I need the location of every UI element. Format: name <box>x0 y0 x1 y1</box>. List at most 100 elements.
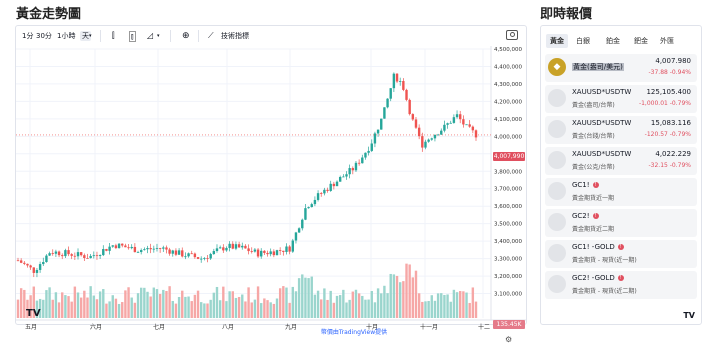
volume-bar <box>234 297 238 318</box>
candle-body <box>114 245 118 249</box>
volume-bar <box>136 293 140 318</box>
candle-body <box>155 248 159 249</box>
volume-bar <box>462 291 465 318</box>
quote-row-gc1[interactable]: GC1!! 黃金期貨近一期 <box>545 178 697 206</box>
volume-bar <box>402 281 405 318</box>
interval-30min[interactable]: 30分 <box>36 31 52 41</box>
candle-body <box>465 124 468 126</box>
area-style-icon[interactable]: ◿ <box>147 31 153 41</box>
volume-bar <box>155 289 159 318</box>
quote-row-gc2[interactable]: GC2!! 黃金期貨近二期 <box>545 209 697 237</box>
bar-style-icon[interactable]: ⫿ <box>112 31 115 41</box>
indicators-button[interactable]: 技術指標 <box>221 31 249 41</box>
quote-symbol: 黃金(盎司/美元) <box>572 63 624 71</box>
volume-bar <box>190 301 193 318</box>
candle-body <box>149 248 152 250</box>
add-compare-icon[interactable]: ⊕ <box>182 31 190 41</box>
candle-body <box>108 246 111 251</box>
chart-type-chevron-icon[interactable]: ▾ <box>157 31 160 41</box>
candle-body <box>206 258 209 259</box>
info-icon[interactable]: ! <box>592 182 599 188</box>
candle-style-icon[interactable]: ⫾ <box>129 31 136 42</box>
tradingview-attribution-link[interactable]: 幣價由TradingView提供 <box>0 327 708 336</box>
tab-palladium[interactable]: 鈀金 <box>630 34 652 48</box>
tab-platinum[interactable]: 鉑金 <box>602 34 624 48</box>
candle-body <box>54 251 58 254</box>
volume-bar <box>86 297 89 318</box>
candle-body <box>61 255 64 257</box>
interval-1min[interactable]: 1分 <box>22 31 33 41</box>
volume-bar <box>269 302 272 318</box>
tab-gold[interactable]: 黃金 <box>546 34 568 48</box>
volume-bar <box>200 302 203 318</box>
candle-body <box>455 114 459 118</box>
volume-bar <box>278 288 282 318</box>
candle-body <box>228 243 231 248</box>
quote-row-gold-usd[interactable]: ◆ 黃金(盎司/美元) 4,007.980 -37.88 -0.94% <box>545 54 697 82</box>
candle-body <box>269 251 272 255</box>
volume-bar <box>348 299 351 318</box>
volume-bar <box>474 301 478 318</box>
volume-bar <box>291 286 294 318</box>
volume-bar <box>222 286 225 318</box>
volume-bar <box>177 296 181 318</box>
quote-row-xauusd-twd-gram[interactable]: XAUUSD*USDTWD/ 黃金(公克/台幣) 4,022.229 -32.1… <box>545 147 697 175</box>
quote-price: 4,007.980 <box>655 57 691 65</box>
volume-bar <box>323 288 326 318</box>
volume-bar <box>446 294 449 318</box>
y-tick-label: 4,100,000 <box>494 117 522 123</box>
tab-forex[interactable]: 外匯 <box>656 34 678 48</box>
candle-body <box>278 250 282 251</box>
quote-row-xauusd-twd-oz[interactable]: XAUUSD*USDTWD 黃金(盎司/台幣) 125,105.400 -1,0… <box>545 85 697 113</box>
chart-plot-area[interactable]: 3,100,000 3,200,000 3,300,000 3,400,000 3,50… <box>16 46 526 344</box>
candle-body <box>354 162 358 171</box>
camera-icon[interactable] <box>506 30 518 40</box>
candle-body <box>241 245 244 248</box>
info-icon[interactable]: ! <box>617 275 624 281</box>
candle-body <box>48 253 51 256</box>
quote-row-gc1-gold-spread[interactable]: GC1! -GOLD! 黃金期貨 - 現貨(近一期) <box>545 240 697 268</box>
volume-bar <box>370 290 373 318</box>
volume-bar <box>424 301 427 318</box>
volume-bar <box>459 291 462 318</box>
quotes-section-title: 即時報價 <box>540 7 593 22</box>
volume-bar <box>181 290 184 318</box>
candle-body <box>130 246 133 249</box>
candle-body <box>414 119 418 128</box>
volume-bar <box>335 295 339 318</box>
volume-bar <box>417 293 421 318</box>
info-icon[interactable]: ! <box>592 213 599 219</box>
candle-body <box>474 130 478 138</box>
volume-bar <box>430 295 433 318</box>
candle-body <box>402 81 405 90</box>
candle-body <box>184 256 187 258</box>
info-icon[interactable]: ! <box>617 244 624 250</box>
volume-bar <box>414 270 418 318</box>
candle-body <box>433 134 437 139</box>
volume-bar <box>143 287 146 318</box>
candle-body <box>215 248 219 252</box>
y-tick-label: 3,600,000 <box>494 204 522 210</box>
interval-1hour[interactable]: 1小時 <box>57 31 75 41</box>
y-tick-label: 4,500,000 <box>494 47 522 53</box>
volume-bar <box>168 286 171 318</box>
volume-bar <box>282 286 285 318</box>
candle-body <box>152 248 156 250</box>
volume-bar <box>133 302 137 318</box>
indicators-icon[interactable]: ⟋ <box>208 31 214 41</box>
volume-bar <box>452 289 456 318</box>
volume-bar <box>237 296 241 318</box>
tab-silver[interactable]: 白銀 <box>572 34 594 48</box>
volume-bar <box>73 286 77 318</box>
interval-dropdown-chevron-icon[interactable]: ▾ <box>89 31 92 41</box>
chart-widget: 1分 30分 1小時 天 ▾ ⫿ ⫾ ◿ ▾ ⊕ ⟋ 技術指標 3,100,00… <box>15 25 527 344</box>
candle-body <box>38 264 42 270</box>
y-tick-label: 4,300,000 <box>494 82 522 88</box>
quote-price: 4,022.229 <box>655 150 691 158</box>
settings-gear-icon[interactable]: ⚙ <box>505 335 512 344</box>
candle-body <box>127 247 130 249</box>
quote-row-gc2-gold-spread[interactable]: GC2! -GOLD! 黃金期貨 - 現貨(近二期) <box>545 271 697 299</box>
volume-bar <box>162 289 165 318</box>
volume-bar <box>76 292 80 318</box>
quote-row-xauusd-twd-tael[interactable]: XAUUSD*USDTWD 黃金(台錢/台幣) 15,083.116 -120.… <box>545 116 697 144</box>
